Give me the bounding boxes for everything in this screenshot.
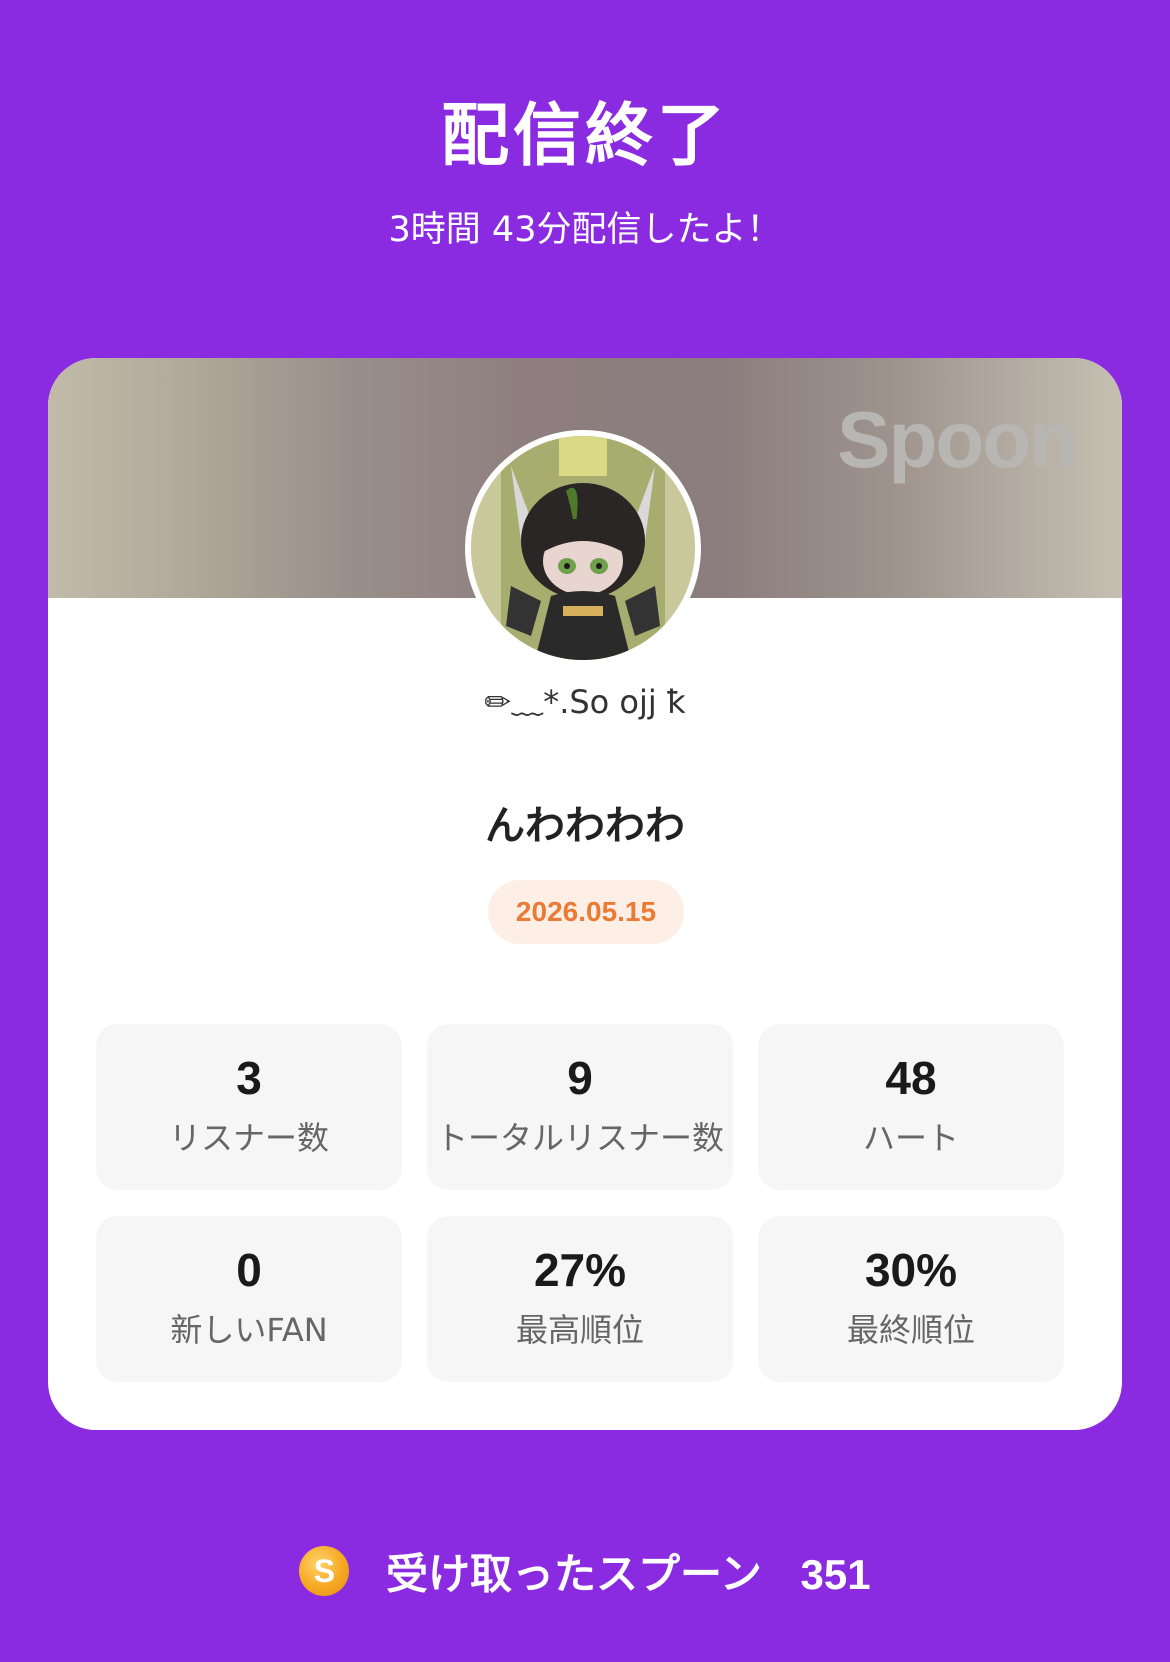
received-spoons-label: 受け取ったスプーン: [386, 1549, 762, 1599]
received-spoons: S 受け取ったスプーン 351: [0, 1540, 1170, 1607]
date-badge: 2026.05.15: [488, 880, 684, 944]
stat-value: 48: [885, 1052, 937, 1104]
stat-total-listeners: 9 トータルリスナー数: [427, 1024, 733, 1190]
broadcast-duration: 3時間 43分配信したよ！: [388, 210, 782, 250]
stat-highest-rank: 27% 最高順位: [427, 1216, 733, 1382]
stat-new-fans: 0 新しいFAN: [96, 1216, 402, 1382]
stat-value: 9: [567, 1052, 593, 1104]
stat-label: リスナー数: [168, 1119, 329, 1157]
spoon-logo: Spoon: [837, 395, 1078, 484]
stat-hearts: 48 ハート: [758, 1024, 1064, 1190]
stat-value: 30%: [864, 1244, 958, 1296]
stat-label: トータルリスナー数: [435, 1119, 724, 1157]
stat-listeners: 3 リスナー数: [96, 1024, 402, 1190]
stat-label: 新しいFAN: [170, 1311, 328, 1349]
stat-value: 0: [236, 1244, 262, 1296]
username: ✏︎﹏*.So ojj ꝁ: [484, 683, 686, 721]
page-title: 配信終了: [440, 97, 729, 176]
stat-label: 最終順位: [846, 1311, 975, 1349]
stream-title: んわわわわ: [485, 803, 685, 849]
stat-label: 最高順位: [515, 1311, 644, 1349]
stat-value: 3: [236, 1052, 262, 1104]
stat-value: 27%: [533, 1244, 627, 1296]
broadcast-summary-card: Spoon ✏︎﹏*.So ojj ꝁ んわわわわ 2026.05.15 3 リ…: [48, 358, 1122, 1430]
stats-grid: 3 リスナー数 9 トータルリスナー数 48 ハート 0 新しいFAN 27% …: [96, 1024, 1064, 1382]
stat-final-rank: 30% 最終順位: [758, 1216, 1064, 1382]
avatar[interactable]: [465, 430, 701, 666]
avatar-illustration: [471, 436, 695, 660]
spoon-coin-icon: S: [299, 1545, 350, 1596]
received-spoons-count: 351: [800, 1550, 871, 1598]
stat-label: ハート: [862, 1119, 959, 1157]
